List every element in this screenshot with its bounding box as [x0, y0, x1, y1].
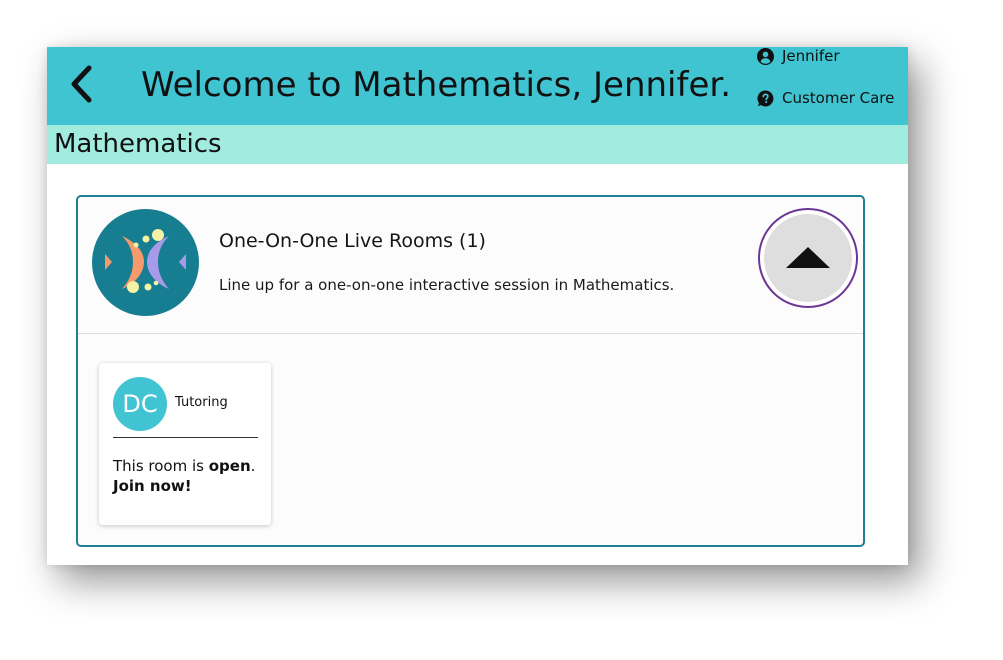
subject-title: Mathematics [54, 129, 222, 159]
user-name: Jennifer [782, 47, 840, 65]
status-value: open [208, 457, 251, 475]
status-prefix: This room is [113, 457, 209, 475]
fish-logo-icon [92, 209, 199, 316]
section-divider [78, 333, 863, 334]
collapse-toggle-button[interactable] [758, 208, 858, 308]
room-tile[interactable]: DC Tutoring This room is open. Join now! [99, 363, 271, 525]
room-status: This room is open. Join now! [113, 456, 263, 496]
help-bubble-icon [757, 90, 774, 107]
subject-bar: Mathematics [47, 125, 908, 164]
status-suffix: . [250, 457, 256, 475]
room-type: Tutoring [175, 395, 228, 410]
header-bar: Welcome to Mathematics, Jennifer. Jennif… [47, 47, 908, 125]
user-profile-link[interactable]: Jennifer [757, 47, 840, 67]
section-heading: One-On-One Live Rooms (1) [219, 230, 486, 252]
back-button[interactable] [59, 54, 103, 114]
app-window: Welcome to Mathematics, Jennifer. Jennif… [47, 47, 908, 565]
collapse-toggle-face [764, 214, 852, 302]
chevron-left-icon [71, 65, 92, 103]
customer-care-link[interactable]: Customer Care [757, 87, 894, 109]
page-title: Welcome to Mathematics, Jennifer. [141, 65, 732, 105]
room-avatar: DC [113, 377, 167, 431]
user-circle-icon [757, 47, 774, 65]
join-now-link[interactable]: Join now! [113, 477, 192, 495]
tile-divider [113, 437, 258, 438]
section-description: Line up for a one-on-one interactive ses… [219, 276, 675, 294]
live-rooms-card: One-On-One Live Rooms (1) Line up for a … [76, 195, 865, 547]
triangle-up-icon [786, 247, 830, 268]
customer-care-label: Customer Care [782, 89, 895, 107]
